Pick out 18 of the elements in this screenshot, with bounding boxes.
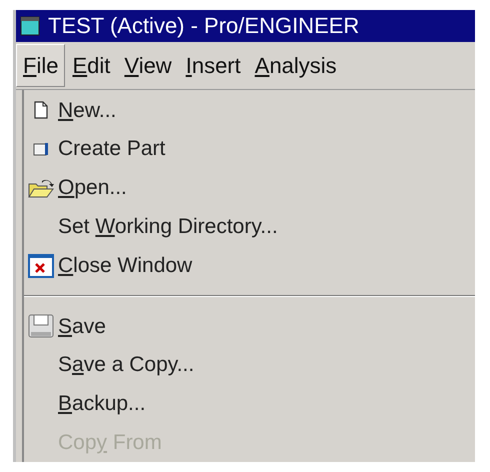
cube-app-icon [20,16,40,36]
menu-tab[interactable]: Edit [65,44,118,87]
menu-item[interactable]: New... [58,94,116,126]
window-title: TEST (Active) - Pro/ENGINEER [48,15,360,37]
menu-item[interactable]: Backup... [58,388,146,420]
page-icon [33,101,49,120]
menu-item[interactable]: Create Part [58,133,166,165]
menu-item[interactable]: Save [58,310,106,342]
menu-tab[interactable]: File [16,44,66,87]
menu-tab[interactable]: View [117,44,179,87]
menu-item[interactable]: Close Window [58,250,192,282]
menu-item[interactable]: Save a Copy... [58,349,194,381]
menu-tab[interactable]: Analysis [248,44,344,87]
menu-tab[interactable]: Insert [178,44,248,87]
close-window-icon [28,254,54,278]
menu-item[interactable]: Set Working Directory... [58,210,278,242]
menu-item[interactable]: Open... [58,172,127,204]
cube-icon [32,141,50,158]
